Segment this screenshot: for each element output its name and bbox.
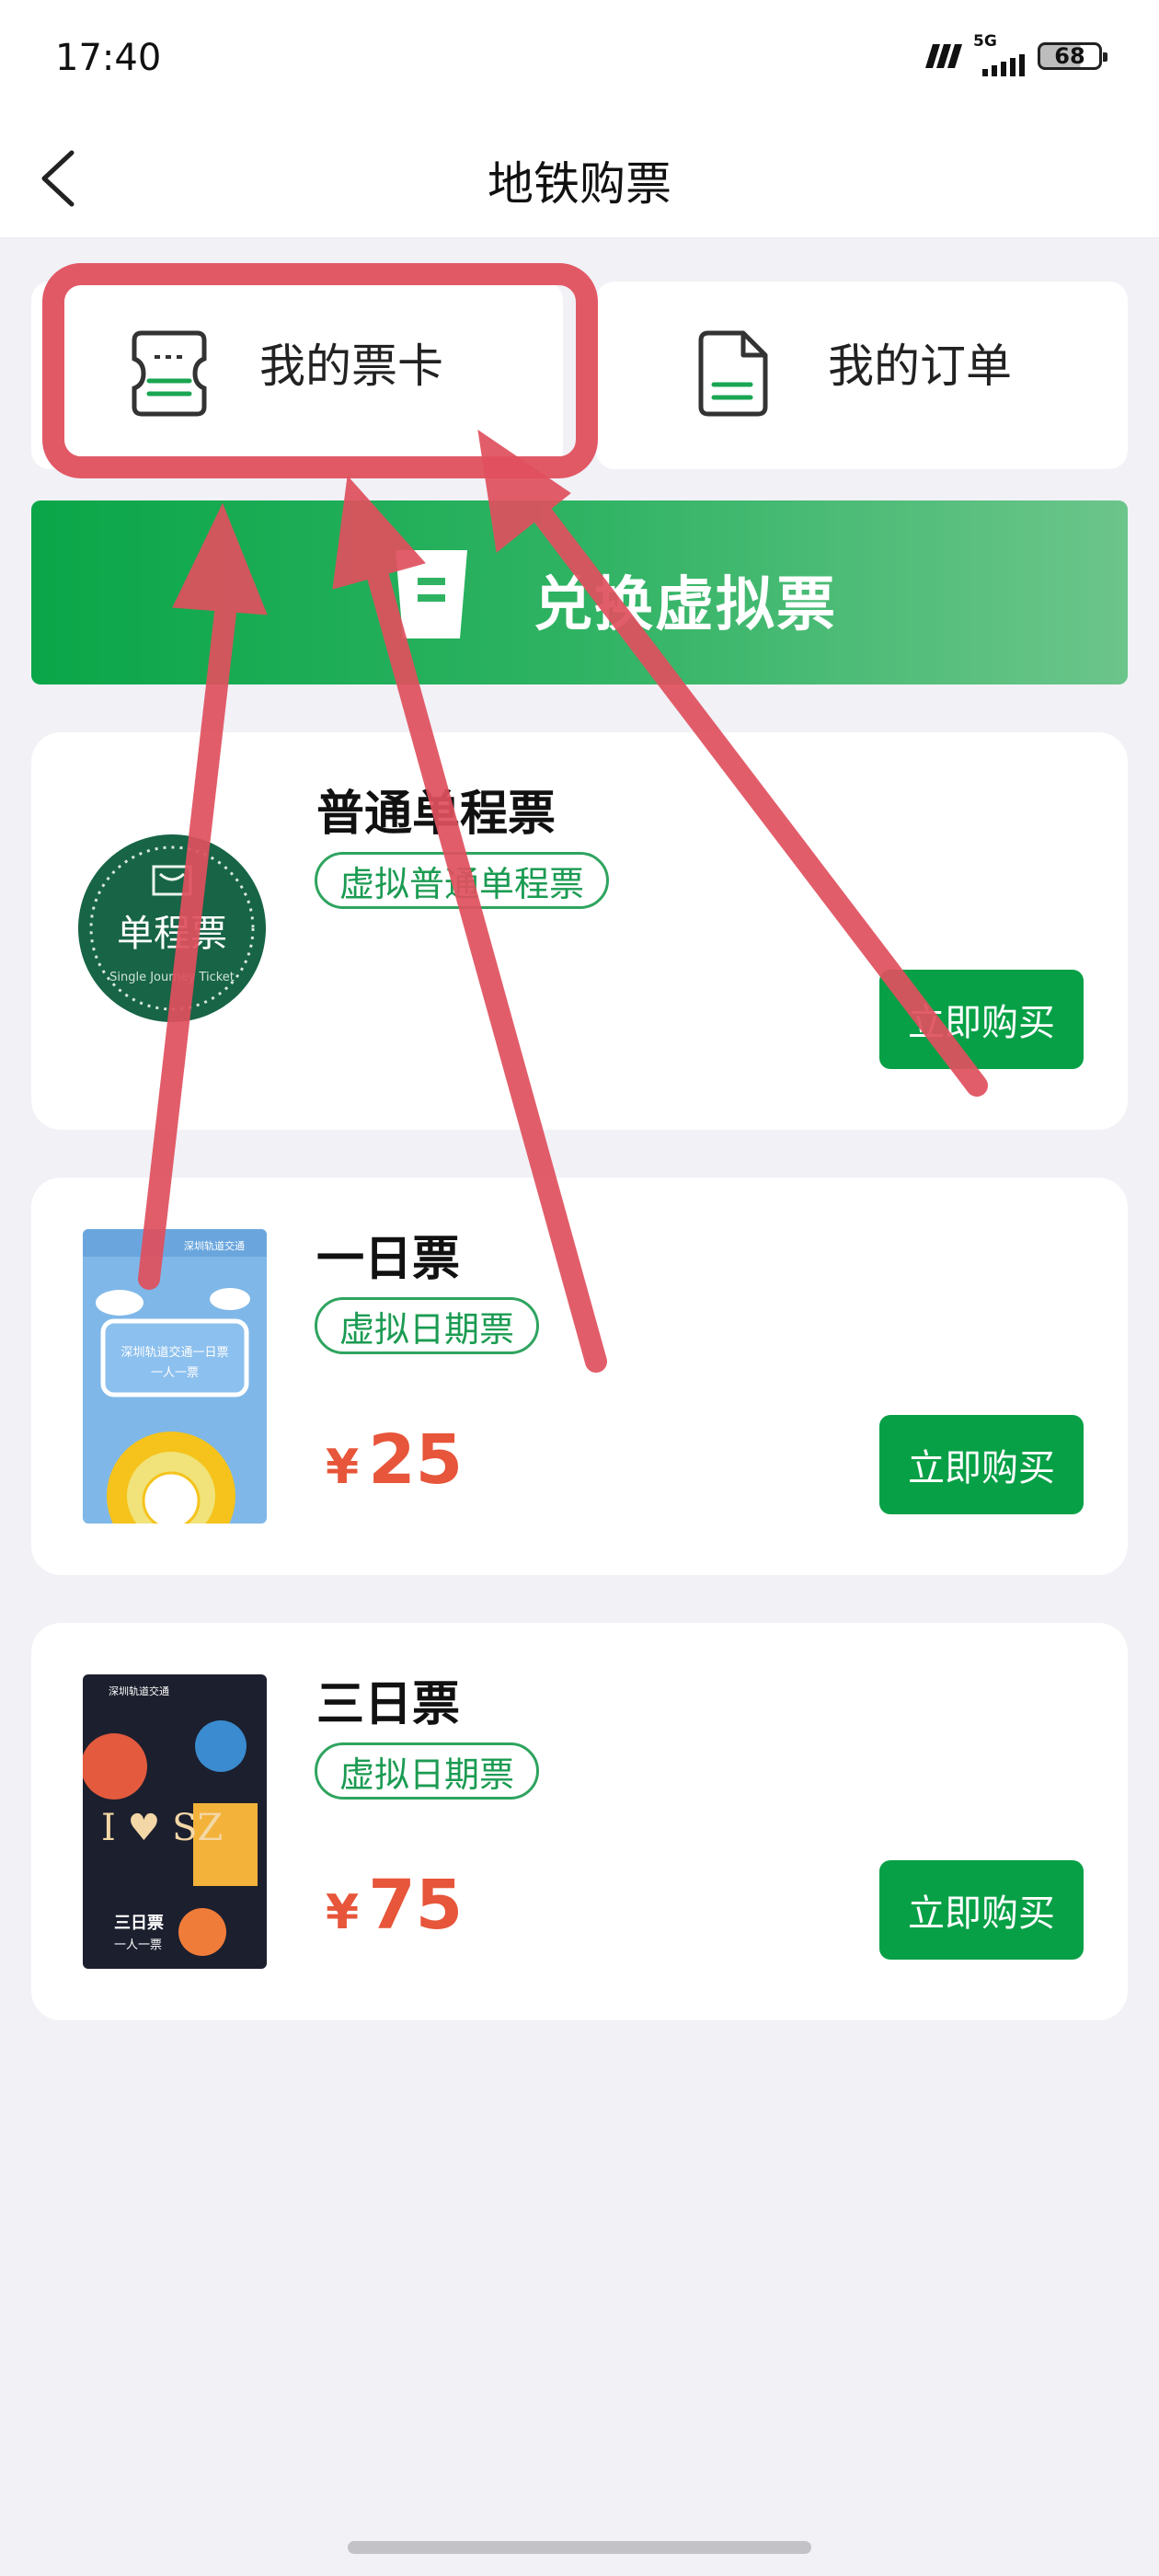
thumb-brand: I ♥ SZ bbox=[101, 1807, 223, 1849]
tab-my-tickets[interactable]: 我的票卡 bbox=[31, 282, 563, 469]
ticket-name: 一日票 bbox=[316, 1232, 461, 1287]
battery-level: 68 bbox=[1054, 43, 1085, 69]
document-icon bbox=[698, 330, 768, 417]
ticket-card-one-day: 深圳轨道交通 深圳轨道交通一日票 一人一票 一日票 虚拟日期票 ¥25 立即购买 bbox=[31, 1178, 1128, 1575]
ticket-type-badge: 虚拟普通单程票 bbox=[315, 852, 610, 909]
page-title: 地铁购票 bbox=[488, 157, 671, 211]
status-icons: 5G 68 bbox=[924, 32, 1107, 77]
thumb-line1: 深圳轨道交通一日票 bbox=[120, 1345, 228, 1360]
currency-symbol: ¥ bbox=[326, 1885, 360, 1940]
signal-icon: 5G bbox=[973, 32, 1028, 76]
ticket-name: 普通单程票 bbox=[316, 787, 557, 842]
thumb-line2: 一人一票 bbox=[114, 1938, 162, 1952]
price-value: 75 bbox=[368, 1866, 464, 1945]
nav-bar: 地铁购票 bbox=[0, 120, 1159, 238]
price-value: 25 bbox=[368, 1420, 464, 1500]
ticket-type-badge: 虚拟日期票 bbox=[315, 1742, 540, 1800]
status-bar: 17:40 5G 68 bbox=[0, 0, 1159, 120]
ticket-price: ¥25 bbox=[326, 1420, 463, 1500]
cup-icon bbox=[396, 550, 467, 638]
thumb-main-text: 单程票 bbox=[117, 913, 227, 955]
ticket-card-icon bbox=[132, 330, 207, 417]
buy-now-button[interactable]: 立即购买 bbox=[879, 970, 1084, 1069]
carrier-icon bbox=[925, 44, 962, 68]
currency-symbol: ¥ bbox=[326, 1440, 360, 1495]
ticket-name: 三日票 bbox=[316, 1677, 461, 1732]
tab-my-tickets-label: 我的票卡 bbox=[259, 339, 443, 393]
thumb-header: 深圳轨道交通 bbox=[109, 1685, 169, 1697]
single-journey-ticket-logo: 单程票 Single Journey Ticket bbox=[78, 834, 266, 1022]
one-day-ticket-image: 深圳轨道交通 深圳轨道交通一日票 一人一票 bbox=[83, 1229, 267, 1524]
thumb-header: 深圳轨道交通 bbox=[184, 1239, 245, 1252]
tab-my-orders[interactable]: 我的订单 bbox=[596, 282, 1128, 469]
ticket-card-three-day: 深圳轨道交通 I ♥ SZ 三日票 一人一票 三日票 虚拟日期票 ¥75 立即购… bbox=[31, 1623, 1128, 2020]
thumb-line1: 三日票 bbox=[114, 1914, 164, 1933]
buy-now-button[interactable]: 立即购买 bbox=[879, 1860, 1084, 1960]
home-indicator bbox=[348, 2541, 811, 2554]
three-day-ticket-image: 深圳轨道交通 I ♥ SZ 三日票 一人一票 bbox=[83, 1674, 267, 1969]
tab-my-orders-label: 我的订单 bbox=[828, 339, 1012, 393]
ticket-card-single-journey: 单程票 Single Journey Ticket 普通单程票 虚拟普通单程票 … bbox=[31, 732, 1128, 1130]
network-type: 5G bbox=[973, 32, 997, 51]
status-time: 17:40 bbox=[55, 37, 162, 79]
redeem-virtual-ticket-button[interactable]: 兑换虚拟票 bbox=[31, 500, 1128, 684]
battery-icon: 68 bbox=[1038, 42, 1107, 70]
ticket-price: ¥75 bbox=[326, 1866, 463, 1945]
ticket-type-badge: 虚拟日期票 bbox=[315, 1297, 540, 1354]
ticket-price bbox=[326, 975, 335, 1054]
redeem-label: 兑换虚拟票 bbox=[534, 571, 837, 639]
thumb-line2: 一人一票 bbox=[151, 1366, 199, 1380]
thumb-sub-text: Single Journey Ticket bbox=[109, 971, 235, 984]
buy-now-button[interactable]: 立即购买 bbox=[879, 1415, 1084, 1514]
